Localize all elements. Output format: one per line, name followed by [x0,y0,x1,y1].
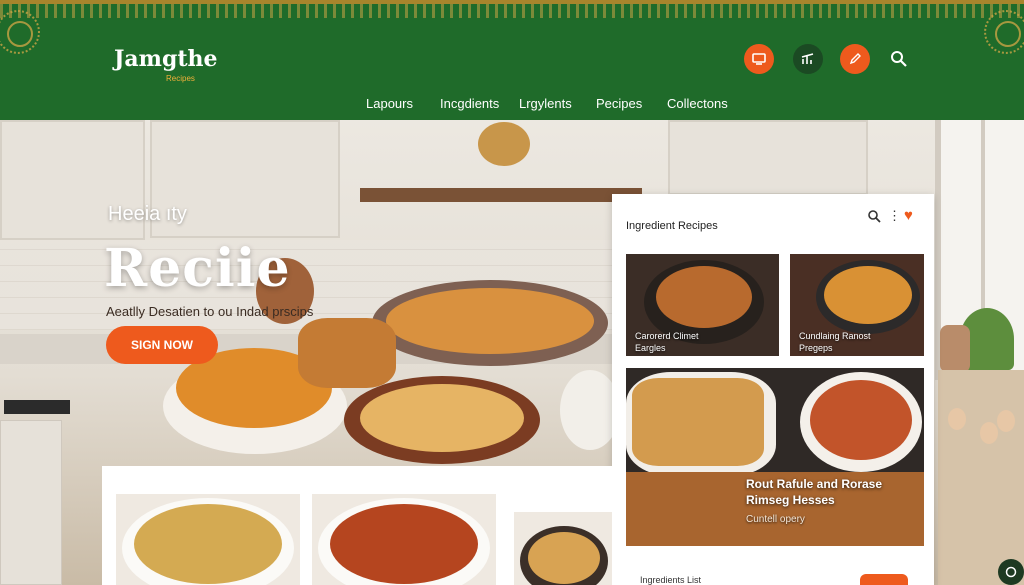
sign-now-button[interactable]: SIGN NOW [106,326,218,364]
card-icon[interactable] [744,44,774,74]
search-icon[interactable] [884,44,914,74]
stove-top [4,400,70,414]
recipe-card-label: Cundlaing Ranost Pregeps [799,331,871,353]
noodles-food [360,384,524,452]
noodles-food [528,532,600,584]
hero-kicker: Heeia ıty [108,203,187,225]
chili-food [330,504,478,584]
cutlet-food [298,318,396,388]
panel-search-icon[interactable] [868,210,881,226]
heart-icon[interactable]: ♥ [904,207,913,224]
egg [997,410,1015,432]
kitchen-drawers [0,420,62,585]
main-nav: Lapours Incgdients Lrgylents Pecipes Col… [0,96,1024,116]
ornamental-border [0,4,1024,18]
featured-recipe-title: Rout Rafule and Rorase Rimseg Hesses [746,477,883,507]
hero-title: Reciie [104,238,291,299]
salad-bowl [560,370,620,450]
more-options-icon[interactable]: ⋮ [888,208,901,224]
rice-food [386,288,594,354]
mandala-ornament-right [984,10,1024,54]
nav-item-pecipes[interactable]: Pecipes [596,96,642,111]
recipe-card[interactable]: Carorerd Climet Eargles [626,254,779,356]
chat-icon[interactable] [998,559,1024,585]
recipe-grid-section [102,466,612,585]
stew-food [656,266,752,328]
nav-item-lapours[interactable]: Lapours [366,96,413,111]
nav-item-lrgylents[interactable]: Lrgylents [519,96,572,111]
pasta-food [810,380,912,460]
ingredients-list-button[interactable] [860,574,908,585]
recipe-thumbnail[interactable] [116,494,300,585]
nav-item-incgdients[interactable]: Incgdients [440,96,499,111]
brass-pot [478,122,530,166]
featured-recipe-subtitle: Cuntell opery [746,514,805,525]
hero-description: Aeatlly Desatien to ou Indad prscips [106,304,314,319]
nav-item-collectons[interactable]: Collectons [667,96,728,111]
cutlet-food [632,378,764,466]
ingredient-recipes-panel: Ingredient Recipes ⋮ ♥ Carorerd Climet E… [612,194,934,585]
wooden-shelf [360,188,642,202]
wood-counter [938,370,1024,585]
recipe-card-label: Carorerd Climet Eargles [635,331,699,353]
recipe-thumbnail[interactable] [514,512,612,585]
brand-tagline: Recipes [166,74,195,83]
chart-icon[interactable] [793,44,823,74]
rice-food [134,504,282,584]
site-header: Jamgthe Recipes Lapours Incgdients Lrgyl… [0,0,1024,120]
mandala-ornament-left [0,10,40,54]
rice-food [824,266,912,324]
egg [948,408,966,430]
plant-pot [940,325,970,373]
recipe-card[interactable]: Cundlaing Ranost Pregeps [790,254,924,356]
recipe-thumbnail[interactable] [312,494,496,585]
ingredients-list-label: Ingredients List [640,575,702,585]
pencil-icon[interactable] [840,44,870,74]
egg [980,422,998,444]
brand-logo[interactable]: Jamgthe [114,46,217,72]
panel-title: Ingredient Recipes [626,220,718,232]
kitchen-cabinet [668,120,868,195]
